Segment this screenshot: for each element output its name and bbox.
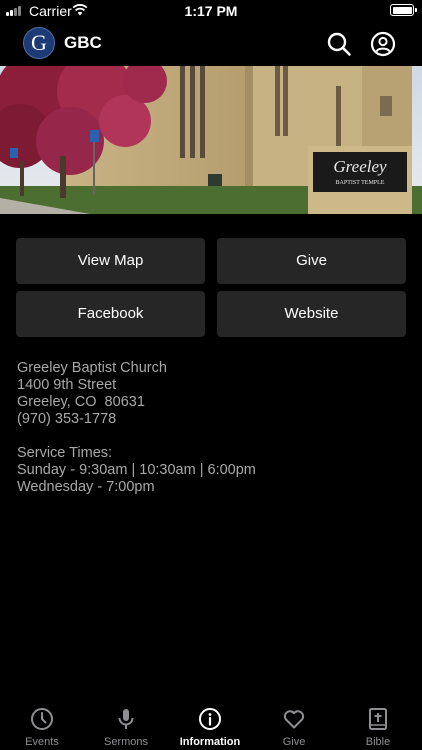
website-button[interactable]: Website [217, 291, 406, 337]
tab-label: Events [25, 736, 59, 748]
tab-bar: Events Sermons Information Give Bible [0, 700, 422, 750]
tab-label: Bible [365, 736, 391, 748]
app-title: GBC [64, 33, 102, 52]
service-times-heading: Service Times: [17, 445, 113, 461]
clock-time: 1:17 PM [184, 3, 238, 19]
facebook-button[interactable]: Facebook [16, 291, 205, 337]
battery-icon [390, 4, 417, 16]
sunday-service-times: Sunday - 9:30am | 10:30am | 6:00pm [17, 462, 256, 478]
tab-bible[interactable]: Bible [336, 700, 420, 750]
tab-sermons[interactable]: Sermons [84, 700, 168, 750]
sign-title-text: Greeley [333, 157, 387, 176]
tab-label: Give [282, 736, 306, 748]
church-name: Greeley Baptist Church [17, 360, 167, 376]
church-hero-image: Greeley BAPTIST TEMPLE [0, 66, 422, 214]
wednesday-service-time: Wednesday - 7:00pm [17, 479, 155, 495]
tab-label: Sermons [103, 736, 149, 748]
search-icon[interactable] [326, 31, 352, 57]
street-address: 1400 9th Street [17, 377, 117, 393]
church-info: Greeley Baptist Church 1400 9th Street G… [17, 360, 407, 496]
phone-number: (970) 353-1778 [17, 411, 117, 427]
tab-information[interactable]: Information [168, 700, 252, 750]
microphone-icon [118, 709, 134, 729]
city-state-zip: Greeley, CO 80631 [17, 394, 145, 410]
sign-subtitle-text: BAPTIST TEMPLE [336, 180, 385, 186]
status-bar: Carrier 1:17 PM [0, 0, 422, 22]
tab-events[interactable]: Events [0, 700, 84, 750]
tab-label: Information [179, 736, 241, 748]
give-button[interactable]: Give [217, 238, 406, 284]
heart-icon [283, 710, 305, 729]
church-logo[interactable]: G [23, 27, 55, 59]
clock-icon [31, 708, 53, 730]
info-icon [199, 708, 221, 730]
profile-icon[interactable] [370, 31, 396, 57]
navigation-bar: G GBC [0, 22, 422, 65]
bible-icon [369, 708, 387, 730]
tab-give[interactable]: Give [252, 700, 336, 750]
view-map-button[interactable]: View Map [16, 238, 205, 284]
